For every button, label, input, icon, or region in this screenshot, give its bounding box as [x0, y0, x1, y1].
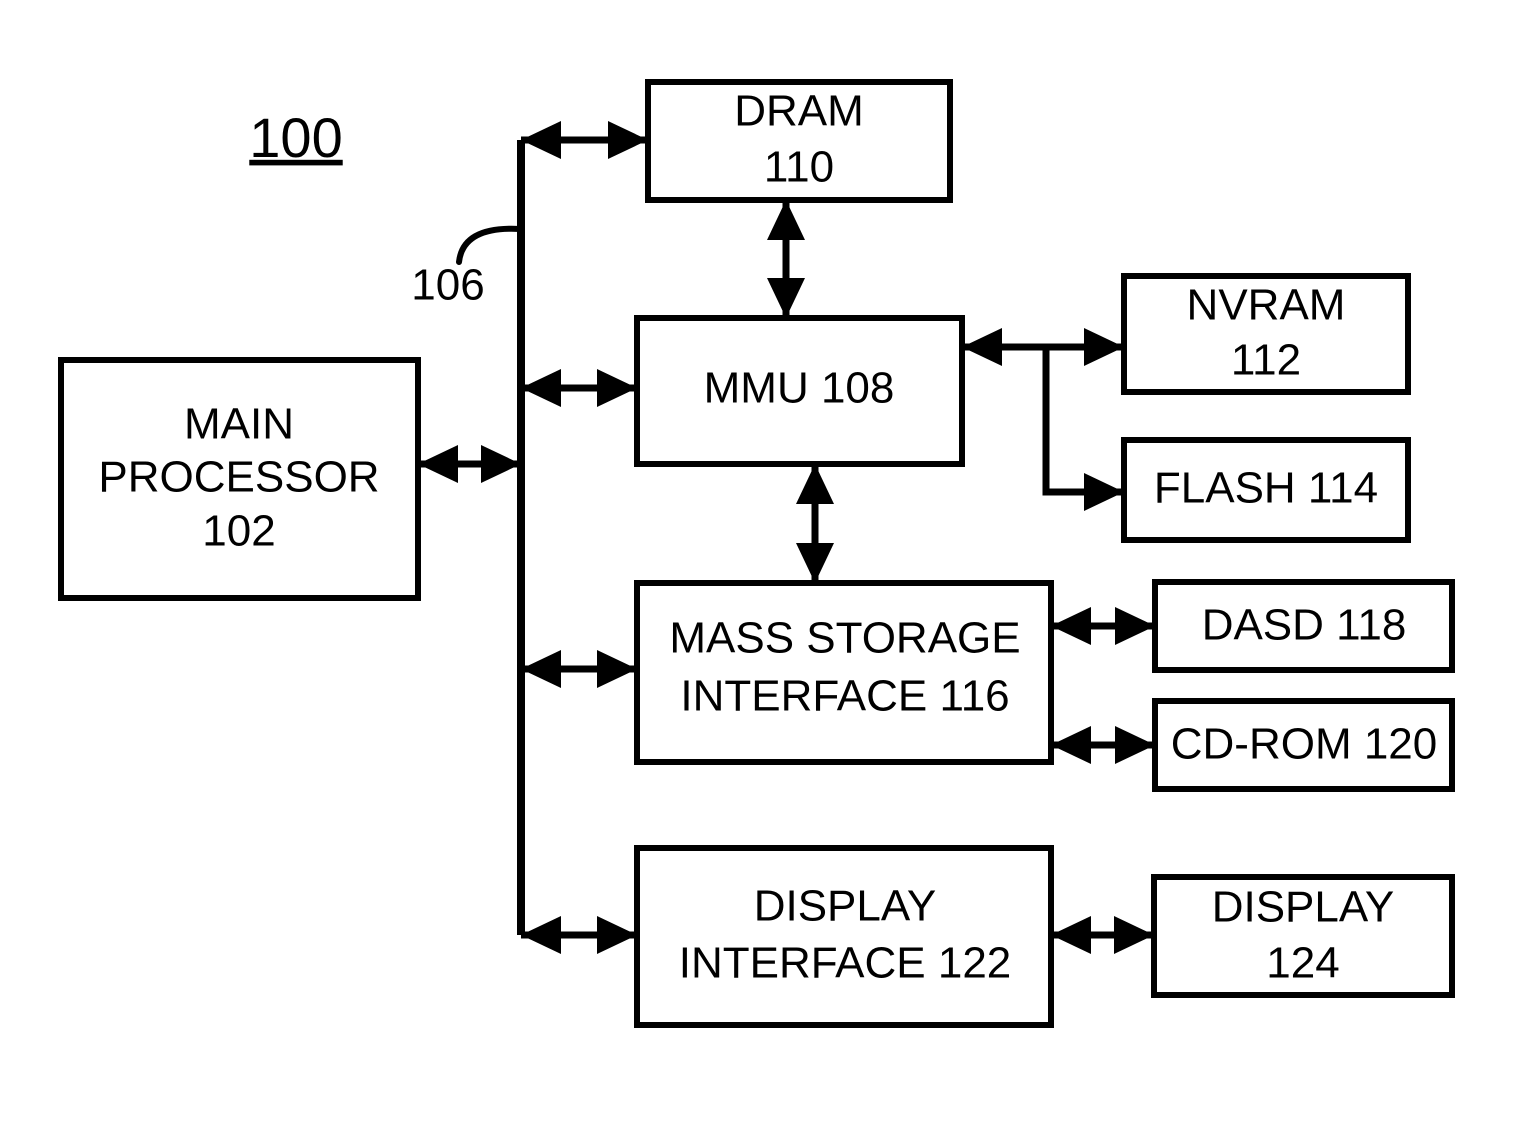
flash-label-line-0: FLASH 114 — [1154, 464, 1378, 513]
display-label-line-0: DISPLAY — [1212, 883, 1395, 932]
flash-block[interactable]: FLASH 114 — [1121, 437, 1411, 543]
arrowhead-display-left — [1051, 916, 1091, 954]
connection-mass-storage-to-dasd — [1051, 607, 1155, 645]
cdrom-label-line-0: CD-ROM 120 — [1171, 720, 1438, 769]
arrowhead-mass-cdrom-right — [1115, 726, 1155, 764]
mass-storage-interface-label-line-1: INTERFACE 116 — [680, 672, 1009, 721]
arrowhead-bus-mmu-right — [597, 369, 637, 407]
connection-display-interface-to-display — [1051, 916, 1154, 954]
nvram-block[interactable]: NVRAM 112 — [1121, 273, 1411, 395]
arrowhead-mass-cdrom-left — [1051, 726, 1091, 764]
arrowhead-mmu-nvram-right — [1084, 328, 1124, 366]
connection-bus-to-mmu — [521, 369, 637, 407]
display-interface-label-line-1: INTERFACE 122 — [679, 939, 1012, 988]
connection-bus-to-dram — [521, 121, 648, 159]
connection-dram-to-mmu — [767, 200, 805, 318]
connection-mass-storage-to-cdrom — [1051, 726, 1155, 764]
diagram-svg: 106 100 MAIN PROCESSOR 102 DRAM 110 MMU … — [58, 79, 1455, 1028]
connection-mmu-to-mass-storage — [796, 464, 834, 583]
dram-label-line-1: 110 — [764, 143, 834, 192]
arrowhead-bus-dram-right — [608, 121, 648, 159]
arrowhead-dram-mmu-top — [767, 200, 805, 240]
connection-bus-to-display-interface — [521, 916, 637, 954]
dasd-label-line-0: DASD 118 — [1202, 601, 1407, 650]
mass-storage-interface-label-line-0: MASS STORAGE — [669, 614, 1020, 663]
arrowhead-bus-dram-left — [521, 121, 561, 159]
nvram-label-line-0: NVRAM — [1187, 281, 1346, 330]
main-processor-label-line-1: PROCESSOR — [98, 453, 379, 502]
connection-processor-to-bus — [418, 445, 521, 483]
display-interface-block[interactable]: DISPLAY INTERFACE 122 — [634, 845, 1054, 1028]
conn-line-mmu-flash — [1042, 347, 1124, 496]
arrowhead-bus-mmu-left — [521, 369, 561, 407]
figure-number-label: 100 — [249, 106, 342, 169]
arrowhead-mmu-mass-bottom — [796, 543, 834, 583]
arrowhead-bus-mass-left — [521, 650, 561, 688]
display-interface-rect[interactable] — [634, 845, 1054, 1028]
mass-storage-interface-block[interactable]: MASS STORAGE INTERFACE 116 — [634, 580, 1054, 765]
bus-leader-curve — [456, 225, 524, 265]
arrowhead-mmu-mass-top — [796, 464, 834, 504]
arrowhead-bus-display-left — [521, 916, 561, 954]
mmu-label-line-0: MMU 108 — [704, 364, 895, 413]
arrowhead-mass-dasd-left — [1051, 607, 1091, 645]
system-bus-group: 106 — [411, 140, 525, 935]
arrowhead-mmu-flash — [1084, 473, 1124, 511]
dram-block[interactable]: DRAM 110 — [645, 79, 953, 203]
arrowhead-bus-mass-right — [597, 650, 637, 688]
arrowhead-mmu-nvram-left — [962, 328, 1002, 366]
cdrom-block[interactable]: CD-ROM 120 — [1152, 698, 1455, 792]
arrowhead-bus-display-right — [597, 916, 637, 954]
connection-bus-to-mass-storage — [521, 650, 637, 688]
main-processor-block[interactable]: MAIN PROCESSOR 102 — [58, 357, 421, 601]
main-processor-label-line-0: MAIN — [184, 400, 294, 449]
bus-reference-label: 106 — [411, 261, 484, 310]
dram-label-line-0: DRAM — [734, 87, 864, 136]
main-processor-label-line-2: 102 — [202, 507, 275, 556]
arrowhead-processor-bus-left — [418, 445, 458, 483]
block-diagram-canvas: 106 100 MAIN PROCESSOR 102 DRAM 110 MMU … — [0, 0, 1533, 1139]
mmu-block[interactable]: MMU 108 — [634, 315, 965, 467]
arrowhead-processor-bus-right — [481, 445, 521, 483]
arrowhead-dram-mmu-bottom — [767, 278, 805, 318]
connection-mmu-to-flash — [1042, 347, 1124, 511]
arrowhead-mass-dasd-right — [1115, 607, 1155, 645]
nvram-label-line-1: 112 — [1231, 336, 1301, 385]
arrowhead-display-right — [1114, 916, 1154, 954]
display-block[interactable]: DISPLAY 124 — [1151, 874, 1455, 998]
display-interface-label-line-0: DISPLAY — [754, 882, 937, 931]
dasd-block[interactable]: DASD 118 — [1152, 579, 1455, 673]
display-label-line-1: 124 — [1266, 939, 1339, 988]
